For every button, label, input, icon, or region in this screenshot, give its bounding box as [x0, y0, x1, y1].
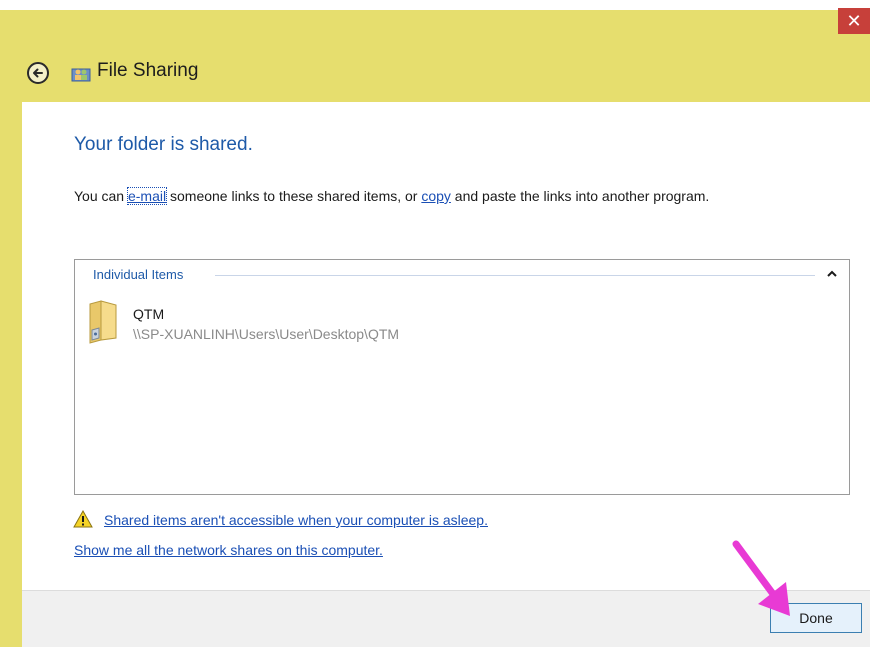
email-link[interactable]: e-mail [126, 187, 168, 205]
chevron-up-icon[interactable] [825, 267, 839, 281]
desc-suffix: and paste the links into another program… [450, 188, 710, 204]
back-arrow-icon [33, 68, 43, 78]
title-bar [0, 0, 870, 102]
folder-icon [89, 300, 117, 344]
file-sharing-window: ✕ File Sharing Your folder is shared. Yo… [0, 0, 870, 647]
pointer-arrow-icon [732, 540, 790, 616]
group-header-label: Individual Items [93, 267, 188, 282]
file-sharing-icon [71, 68, 91, 82]
close-button[interactable]: ✕ [838, 8, 870, 34]
network-shares-link[interactable]: Show me all the network shares on this c… [74, 542, 383, 558]
sleep-warning-link[interactable]: Shared items aren't accessible when your… [104, 512, 488, 528]
copy-link[interactable]: copy [421, 188, 451, 204]
description-text: You can e-mail someone links to these sh… [74, 187, 710, 205]
page-heading: Your folder is shared. [74, 134, 253, 155]
window-border-left [0, 102, 22, 647]
window-title: File Sharing [97, 60, 199, 81]
back-button[interactable] [27, 62, 49, 84]
warning-icon [73, 510, 93, 528]
desc-middle: someone links to these shared items, or [166, 188, 422, 204]
item-path: \\SP-XUANLINH\Users\User\Desktop\QTM [133, 326, 400, 342]
shared-items-list: Individual Items QTM \\SP-XUANLINH\Users… [74, 259, 850, 495]
content-area: Your folder is shared. You can e-mail so… [22, 102, 870, 590]
group-divider [215, 275, 815, 276]
item-name: QTM [133, 306, 165, 322]
desc-prefix: You can [74, 188, 128, 204]
top-strip [0, 0, 870, 10]
